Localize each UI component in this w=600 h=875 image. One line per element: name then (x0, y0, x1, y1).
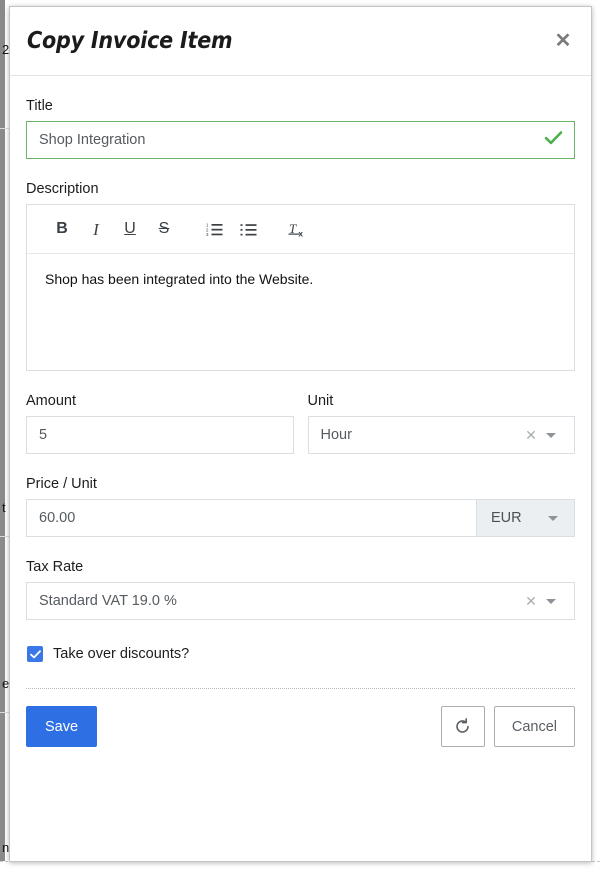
italic-icon[interactable]: I (79, 212, 113, 246)
unit-select[interactable]: Hour ✕ (307, 416, 575, 454)
currency-value: EUR (491, 510, 522, 526)
take-over-discounts-row: Take over discounts? (26, 646, 575, 662)
take-over-discounts-checkbox[interactable] (27, 646, 43, 662)
price-input[interactable] (26, 499, 476, 537)
svg-text:x: x (299, 229, 304, 238)
ordered-list-icon[interactable]: 1 2 3 (197, 212, 231, 246)
underline-icon[interactable]: U (113, 212, 147, 246)
price-label: Price / Unit (26, 476, 97, 492)
dialog-title: Copy Invoice Item (27, 28, 233, 54)
title-input-wrapper (26, 121, 575, 159)
dialog-header: Copy Invoice Item ✕ (10, 7, 591, 76)
take-over-discounts-label[interactable]: Take over discounts? (53, 646, 189, 662)
svg-text:3: 3 (206, 232, 209, 237)
rich-text-editor: B I U S 1 2 3 T x Shop has been integrat… (26, 204, 575, 371)
currency-select[interactable]: EUR (476, 499, 575, 537)
description-editor-content[interactable]: Shop has been integrated into the Websit… (27, 254, 574, 370)
chevron-down-icon[interactable] (540, 598, 562, 604)
undo-icon[interactable] (440, 706, 485, 747)
amount-unit-row: Amount Unit Hour ✕ (26, 393, 575, 454)
title-label: Title (26, 98, 53, 114)
title-field-group: Title (26, 98, 575, 159)
tax-rate-label: Tax Rate (26, 559, 84, 575)
price-field-group: Price / Unit EUR (26, 476, 575, 537)
clear-icon[interactable]: ✕ (522, 428, 540, 442)
background-text-2: t (2, 500, 6, 515)
save-button[interactable]: Save (26, 706, 98, 747)
clear-icon[interactable]: ✕ (522, 594, 540, 608)
chevron-down-icon[interactable] (540, 432, 562, 438)
chevron-down-icon[interactable] (542, 515, 564, 521)
amount-input[interactable] (26, 416, 294, 454)
unordered-list-icon[interactable] (231, 212, 265, 246)
remove-format-icon[interactable]: T x (281, 212, 315, 246)
amount-label: Amount (26, 393, 76, 409)
tax-rate-selected-value: Standard VAT 19.0 % (39, 593, 177, 609)
dialog-body: Title Description B I U S (10, 98, 591, 747)
dialog-footer: Save Cancel (26, 689, 575, 747)
tax-rate-select[interactable]: Standard VAT 19.0 % ✕ (26, 582, 575, 620)
close-icon[interactable]: ✕ (549, 27, 577, 55)
background-bottom-strip (0, 861, 600, 875)
description-field-group: Description B I U S 1 2 3 T x Shop has b… (26, 181, 575, 371)
bold-icon[interactable]: B (45, 212, 79, 246)
window-edge (0, 0, 5, 875)
strikethrough-icon[interactable]: S (147, 212, 181, 246)
unit-selected-value: Hour (320, 427, 352, 443)
editor-toolbar: B I U S 1 2 3 T x (27, 205, 574, 254)
unit-field-group: Unit Hour ✕ (307, 393, 575, 454)
unit-label: Unit (307, 393, 334, 409)
title-input[interactable] (26, 121, 575, 159)
cancel-button[interactable]: Cancel (493, 706, 575, 747)
tax-rate-field-group: Tax Rate Standard VAT 19.0 % ✕ (26, 559, 575, 620)
price-input-group: EUR (26, 499, 575, 537)
description-label: Description (26, 181, 99, 197)
copy-invoice-item-dialog: Copy Invoice Item ✕ Title Description B (9, 6, 592, 862)
amount-field-group: Amount (26, 393, 294, 454)
